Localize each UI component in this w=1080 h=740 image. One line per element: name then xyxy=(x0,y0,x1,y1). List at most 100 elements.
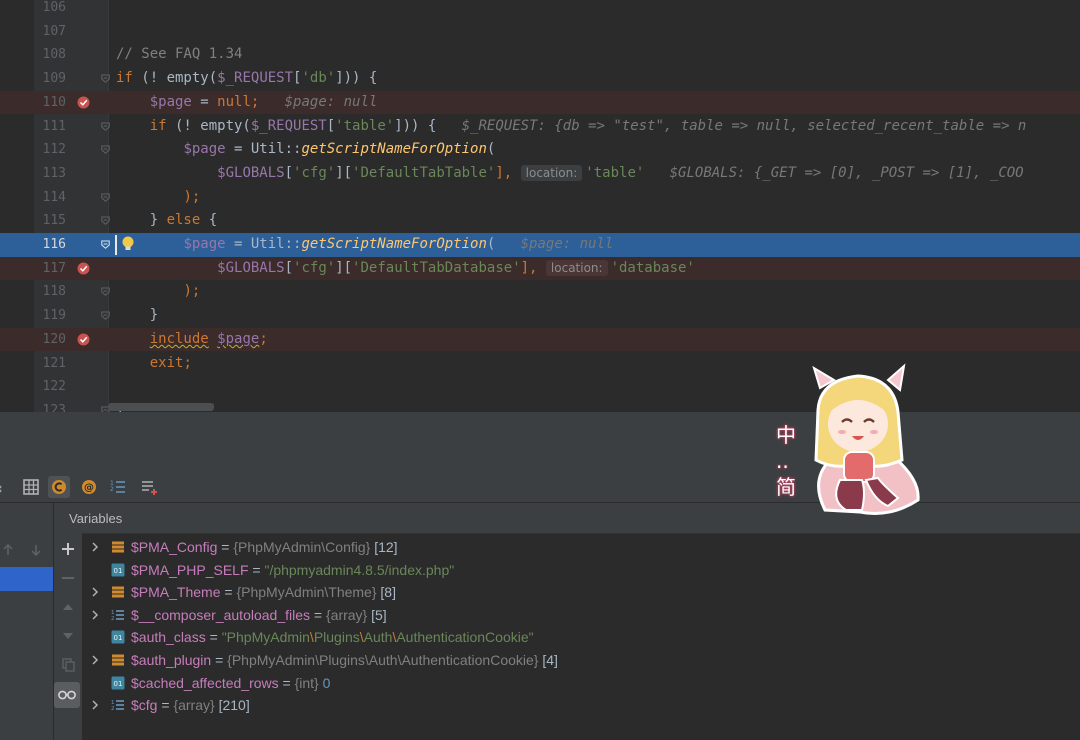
line-number[interactable]: 109 xyxy=(34,67,66,91)
code-editor[interactable]: 106 107 108 // See FAQ 1.34 109 if (! empty($… xyxy=(0,0,1080,412)
chevron-right-icon[interactable] xyxy=(90,586,100,598)
line-number[interactable]: 115 xyxy=(34,209,66,233)
code-token: ])) { xyxy=(335,70,378,87)
code-text[interactable]: $GLOBALS['cfg']['DefaultTabDatabase'], l… xyxy=(116,257,695,281)
fold-marker-icon[interactable] xyxy=(101,145,110,155)
equals-sign: = xyxy=(157,697,174,714)
line-number[interactable]: 111 xyxy=(34,115,66,139)
chevron-right-icon[interactable] xyxy=(90,609,100,621)
fold-marker-icon[interactable] xyxy=(101,311,110,320)
code-token: = xyxy=(191,93,218,110)
code-line[interactable]: 108 // See FAQ 1.34 xyxy=(0,43,1080,67)
line-number[interactable]: 112 xyxy=(34,138,66,162)
variable-row[interactable]: 1 2 $cfg = {array} [210] xyxy=(86,694,1080,716)
code-line[interactable]: 120 include $page; xyxy=(0,327,1080,352)
breakpoint-icon[interactable] xyxy=(77,96,90,109)
fold-marker-icon[interactable] xyxy=(101,122,110,131)
code-line[interactable]: 115 } else { xyxy=(0,209,1080,233)
code-token: ); xyxy=(183,283,201,300)
remove-watch-icon[interactable] xyxy=(60,570,76,586)
code-line[interactable]: 106 xyxy=(0,0,1080,20)
code-line[interactable]: 111 if (! empty($_REQUEST['table'])) { $… xyxy=(0,115,1080,139)
variable-row[interactable]: $auth_plugin = {PhpMyAdmin\Plugins\Auth\… xyxy=(86,649,1080,671)
code-text[interactable]: ); xyxy=(116,280,200,304)
code-token: ], xyxy=(520,259,538,276)
svg-text:01: 01 xyxy=(114,567,123,575)
horizontal-scrollbar[interactable] xyxy=(108,403,214,411)
code-text[interactable]: $page = null; $page: null xyxy=(116,91,378,115)
move-up-icon[interactable] xyxy=(60,599,76,615)
chevron-right-icon[interactable] xyxy=(90,541,100,553)
line-number[interactable]: 107 xyxy=(34,20,66,44)
fold-marker-icon[interactable] xyxy=(101,193,110,202)
chevron-right-icon[interactable] xyxy=(90,699,100,711)
code-line[interactable]: 119 } xyxy=(0,304,1080,328)
code-token: } xyxy=(116,307,159,324)
class-constants-icon[interactable] xyxy=(48,476,70,498)
variable-row[interactable]: $PMA_Config = {PhpMyAdmin\Config} [12] xyxy=(86,536,1080,558)
code-text[interactable]: exit; xyxy=(116,352,192,376)
line-number[interactable]: 121 xyxy=(34,352,66,376)
line-number[interactable]: 118 xyxy=(34,280,66,304)
breakpoint-icon[interactable] xyxy=(77,333,90,346)
code-text[interactable]: $page = Util::getScriptNameForOption( xyxy=(116,138,495,162)
table-view-icon[interactable] xyxy=(20,476,42,498)
line-number[interactable]: 106 xyxy=(34,0,66,20)
variable-row[interactable]: 01 $PMA_PHP_SELF = "/phpmyadmin4.8.5/inde… xyxy=(86,559,1080,581)
line-number[interactable]: 110 xyxy=(34,91,66,115)
arrow-down-icon[interactable] xyxy=(28,542,44,558)
equals-sign: = xyxy=(248,561,265,578)
code-text[interactable]: } else { xyxy=(116,209,217,233)
sort-list-icon[interactable]: 1 2 xyxy=(107,476,129,498)
breakpoint-icon[interactable] xyxy=(77,262,90,275)
code-line[interactable]: 107 xyxy=(0,20,1080,44)
annotations-icon[interactable]: @ xyxy=(78,476,100,498)
code-text[interactable]: if (! empty($_REQUEST['table'])) { $_REQ… xyxy=(116,115,1027,139)
code-line[interactable]: 112 $page = Util::getScriptNameForOption… xyxy=(0,138,1080,162)
glasses-icon[interactable] xyxy=(54,682,80,708)
variable-row[interactable]: 01 $auth_class = "PhpMyAdmin\Plugins\Auth… xyxy=(86,626,1080,648)
chevron-right-icon[interactable] xyxy=(90,654,100,666)
code-line[interactable]: 114 ); xyxy=(0,186,1080,210)
line-number[interactable]: 116 xyxy=(34,233,66,257)
variable-text: $PMA_PHP_SELF = "/phpmyadmin4.8.5/index.… xyxy=(131,559,454,581)
move-down-icon[interactable] xyxy=(60,628,76,644)
code-text[interactable]: // See FAQ 1.34 xyxy=(116,43,242,67)
line-number[interactable]: 119 xyxy=(34,304,66,328)
code-token: ][ xyxy=(335,164,353,181)
code-line[interactable]: 117 $GLOBALS['cfg']['DefaultTabDatabase'… xyxy=(0,256,1080,281)
overflow-icon[interactable] xyxy=(0,476,14,498)
variable-row[interactable]: $PMA_Theme = {PhpMyAdmin\Theme} [8] xyxy=(86,581,1080,603)
code-line[interactable]: 113 $GLOBALS['cfg']['DefaultTabTable'], … xyxy=(0,162,1080,186)
code-line[interactable]: 118 ); xyxy=(0,280,1080,304)
line-number[interactable]: 113 xyxy=(34,162,66,186)
fold-marker-icon[interactable] xyxy=(101,240,110,249)
variable-row[interactable]: 1 2 $__composer_autoload_files = {array} [… xyxy=(86,604,1080,626)
variable-row[interactable]: 01 $cached_affected_rows = {int} 0 xyxy=(86,672,1080,694)
selected-frame[interactable] xyxy=(0,567,53,591)
parameter-hint: location: xyxy=(545,259,608,276)
add-watch-icon[interactable] xyxy=(60,541,76,557)
arrow-up-icon[interactable] xyxy=(0,542,16,558)
line-number[interactable]: 117 xyxy=(34,257,66,281)
fold-marker-icon[interactable] xyxy=(101,287,110,297)
code-text[interactable]: if (! empty($_REQUEST['db'])) { xyxy=(116,67,377,91)
code-text[interactable]: ); xyxy=(116,186,200,210)
duplicate-watch-icon[interactable] xyxy=(60,657,76,673)
line-number[interactable]: 122 xyxy=(34,375,66,399)
code-text[interactable]: $page = Util::getScriptNameForOption( $p… xyxy=(116,233,613,257)
fold-marker-icon[interactable] xyxy=(101,74,110,83)
code-line[interactable]: 116 $page = Util::getScriptNameForOption… xyxy=(0,233,1080,257)
code-text[interactable]: include $page; xyxy=(116,328,268,352)
line-number[interactable]: 123 xyxy=(34,399,66,412)
line-number[interactable]: 120 xyxy=(34,328,66,352)
code-text[interactable]: } xyxy=(116,304,158,328)
code-text[interactable]: $GLOBALS['cfg']['DefaultTabTable'], loca… xyxy=(116,162,1024,186)
line-number[interactable]: 108 xyxy=(34,43,66,67)
frames-panel[interactable] xyxy=(0,503,53,740)
code-line[interactable]: 109 if (! empty($_REQUEST['db'])) { xyxy=(0,67,1080,91)
code-line[interactable]: 110 $page = null; $page: null xyxy=(0,90,1080,115)
line-number[interactable]: 114 xyxy=(34,186,66,210)
fold-marker-icon[interactable] xyxy=(101,216,110,226)
add-watch-list-icon[interactable] xyxy=(138,476,160,498)
